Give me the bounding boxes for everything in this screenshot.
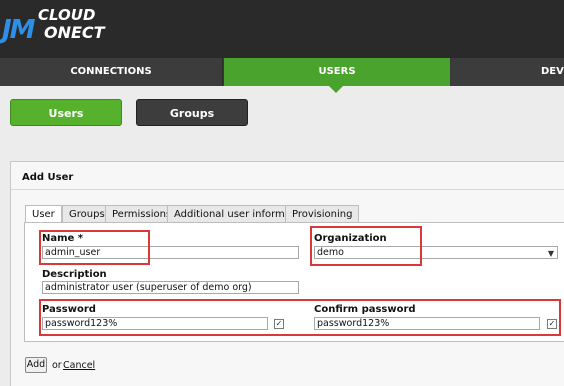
description-label: Description: [42, 269, 107, 280]
logo-cloud: CLOUD: [38, 6, 96, 24]
chevron-down-icon[interactable]: ▼: [548, 248, 554, 258]
nav-tab-devices[interactable]: DEVI: [451, 58, 564, 86]
add-user-panel: Add User User Groups Permissions Additio…: [10, 161, 564, 386]
main-nav: CONNECTIONS USERS DEVI: [0, 58, 564, 86]
cancel-link[interactable]: Cancel: [63, 360, 95, 371]
jmcloud-logo[interactable]: JM CLOUD ONECT: [2, 6, 117, 48]
app-header: JM CLOUD ONECT: [0, 0, 564, 58]
user-tab-content: Name * admin_user Organization demo ▼ De…: [24, 222, 564, 342]
add-button[interactable]: Add: [25, 357, 47, 373]
logo-onect: ONECT: [44, 23, 105, 42]
description-input[interactable]: administrator user (superuser of demo or…: [42, 281, 299, 294]
users-button[interactable]: Users: [10, 99, 122, 126]
highlight-organization: [310, 226, 422, 266]
divider: [11, 189, 564, 190]
highlight-name: [39, 230, 150, 265]
or-text: or: [52, 360, 62, 371]
nav-tab-users[interactable]: USERS: [224, 58, 450, 86]
nav-tab-connections[interactable]: CONNECTIONS: [0, 58, 223, 86]
groups-button[interactable]: Groups: [136, 99, 248, 126]
panel-title: Add User: [22, 172, 74, 183]
tab-provisioning[interactable]: Provisioning: [285, 205, 360, 223]
highlight-passwords: [39, 299, 561, 336]
logo-jm: JM: [2, 15, 36, 45]
active-nav-pointer: [329, 86, 343, 93]
